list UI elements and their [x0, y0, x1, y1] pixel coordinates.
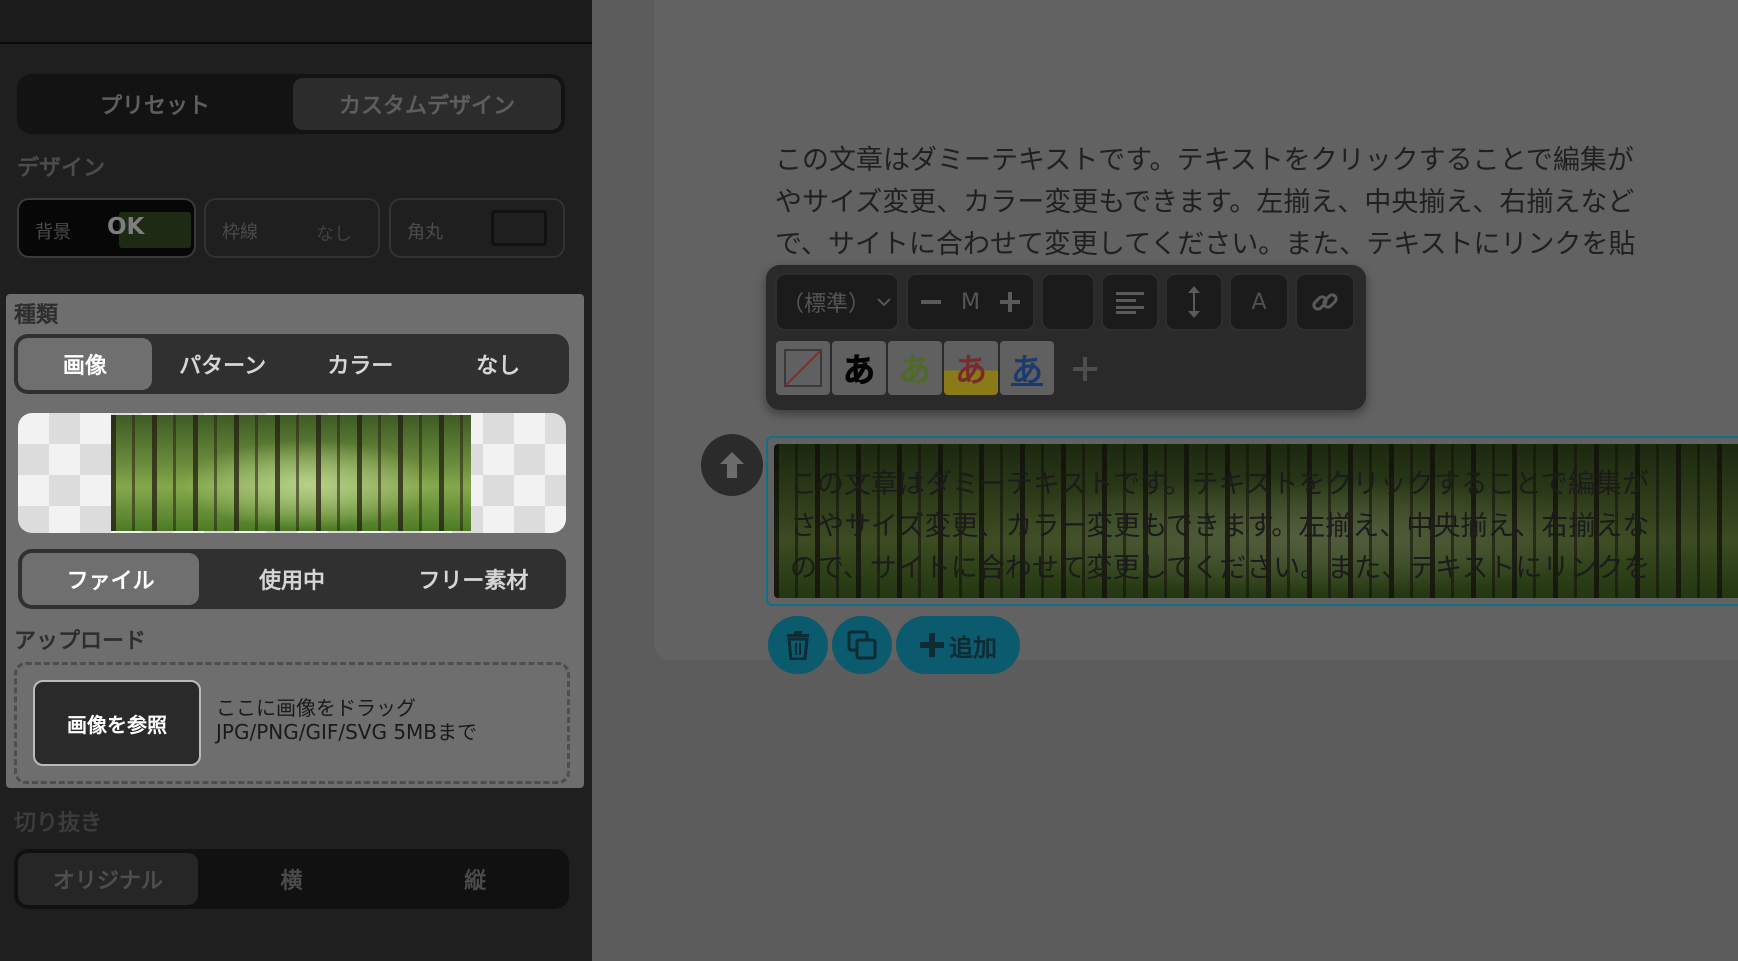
tab-none[interactable]: なし	[431, 338, 565, 390]
drop-hint-line-1: ここに画像をドラッグ	[216, 696, 416, 720]
sidebar-topbar	[0, 0, 592, 44]
swatch-green-outline[interactable]: あ	[888, 341, 942, 395]
border-value: なし	[316, 224, 352, 245]
tab-image[interactable]: 画像	[18, 338, 152, 390]
tab-custom-design[interactable]: カスタムデザイン	[293, 78, 561, 130]
background-button[interactable]: 背景 OK	[17, 198, 196, 258]
radius-button[interactable]: 角丸	[389, 198, 565, 258]
line-height-icon	[1188, 286, 1200, 318]
tab-vertical[interactable]: 縦	[385, 853, 565, 905]
radius-preview-icon	[491, 210, 547, 246]
background-status: OK	[107, 214, 145, 240]
drop-hint-line-2: JPG/PNG/GIF/SVG 5MBまで	[216, 720, 478, 744]
add-block-label: 追加	[949, 633, 997, 662]
drop-hint: ここに画像をドラッグ JPG/PNG/GIF/SVG 5MBまで	[216, 696, 477, 744]
swatch-none[interactable]	[776, 341, 830, 395]
block-text-line[interactable]: ので、サイトに合わせて変更してください。また、テキストにリンクを	[790, 546, 1651, 585]
kind-label: 種類	[14, 303, 59, 328]
forest-image	[111, 415, 471, 531]
tab-color[interactable]: カラー	[294, 338, 428, 390]
tab-pattern[interactable]: パターン	[156, 338, 290, 390]
font-size-value: M	[961, 289, 980, 315]
line-height-button[interactable]	[1165, 273, 1223, 331]
mode-tabs: プリセット カスタムデザイン	[17, 74, 565, 134]
upload-label: アップロード	[14, 629, 147, 654]
align-button[interactable]	[1101, 273, 1159, 331]
no-color-icon	[784, 349, 822, 387]
arrow-up-icon	[720, 452, 744, 478]
plus-icon[interactable]	[999, 291, 1021, 313]
trash-icon	[787, 631, 809, 660]
font-select-value: （標準）	[781, 292, 870, 317]
source-tabs: ファイル 使用中 フリー素材	[18, 549, 566, 609]
swatch-highlight-yellow[interactable]: あ	[944, 341, 998, 395]
minus-icon[interactable]	[920, 291, 942, 313]
tab-horizontal[interactable]: 横	[202, 853, 382, 905]
add-swatch-plus-icon[interactable]	[1072, 356, 1098, 382]
radius-label: 角丸	[407, 222, 443, 243]
delete-button[interactable]	[768, 616, 828, 674]
font-style-button[interactable]	[1041, 273, 1095, 331]
link-icon	[1312, 293, 1338, 311]
kind-tabs: 画像 パターン カラー なし	[14, 334, 569, 394]
text-line[interactable]: で、サイトに合わせて変更してください。また、テキストにリンクを貼	[775, 222, 1636, 261]
browse-image-button[interactable]: 画像を参照	[33, 680, 201, 766]
font-size-control: M	[906, 273, 1035, 331]
duplicate-button[interactable]	[832, 616, 892, 674]
tab-original[interactable]: オリジナル	[18, 853, 198, 905]
swatch-underline-blue[interactable]: あ	[1000, 341, 1054, 395]
chevron-down-icon	[877, 298, 891, 307]
border-button[interactable]: 枠線 なし	[204, 198, 380, 258]
align-left-icon	[1116, 292, 1144, 314]
tab-free-assets[interactable]: フリー素材	[385, 553, 562, 605]
text-line[interactable]: この文章はダミーテキストです。テキストをクリックすることで編集が	[775, 138, 1634, 177]
tab-file[interactable]: ファイル	[22, 553, 200, 605]
plus-icon	[920, 633, 944, 657]
text-line[interactable]: やサイズ変更、カラー変更もできます。左揃え、中央揃え、右揃えなど	[775, 180, 1634, 219]
copy-icon	[847, 630, 877, 660]
design-label: デザイン	[17, 156, 106, 181]
font-select[interactable]: （標準）	[775, 273, 899, 331]
link-button[interactable]	[1295, 273, 1355, 331]
swatch-outline-black[interactable]: あ	[832, 341, 886, 395]
image-preview	[18, 413, 566, 533]
border-label: 枠線	[222, 222, 258, 243]
tab-preset[interactable]: プリセット	[21, 78, 289, 130]
block-text-line[interactable]: この文章はダミーテキストです。テキストをクリックすることで編集が	[790, 462, 1649, 501]
background-label: 背景	[35, 222, 71, 243]
move-up-button[interactable]	[701, 434, 763, 496]
add-block-button[interactable]: 追加	[896, 616, 1020, 674]
text-color-button[interactable]: A	[1229, 273, 1289, 331]
crop-label: 切り抜き	[14, 811, 103, 836]
tab-in-use[interactable]: 使用中	[203, 553, 380, 605]
crop-tabs: オリジナル 横 縦	[14, 849, 569, 909]
block-text-line[interactable]: さやサイズ変更、カラー変更もできます。左揃え、中央揃え、右揃えな	[790, 504, 1649, 543]
